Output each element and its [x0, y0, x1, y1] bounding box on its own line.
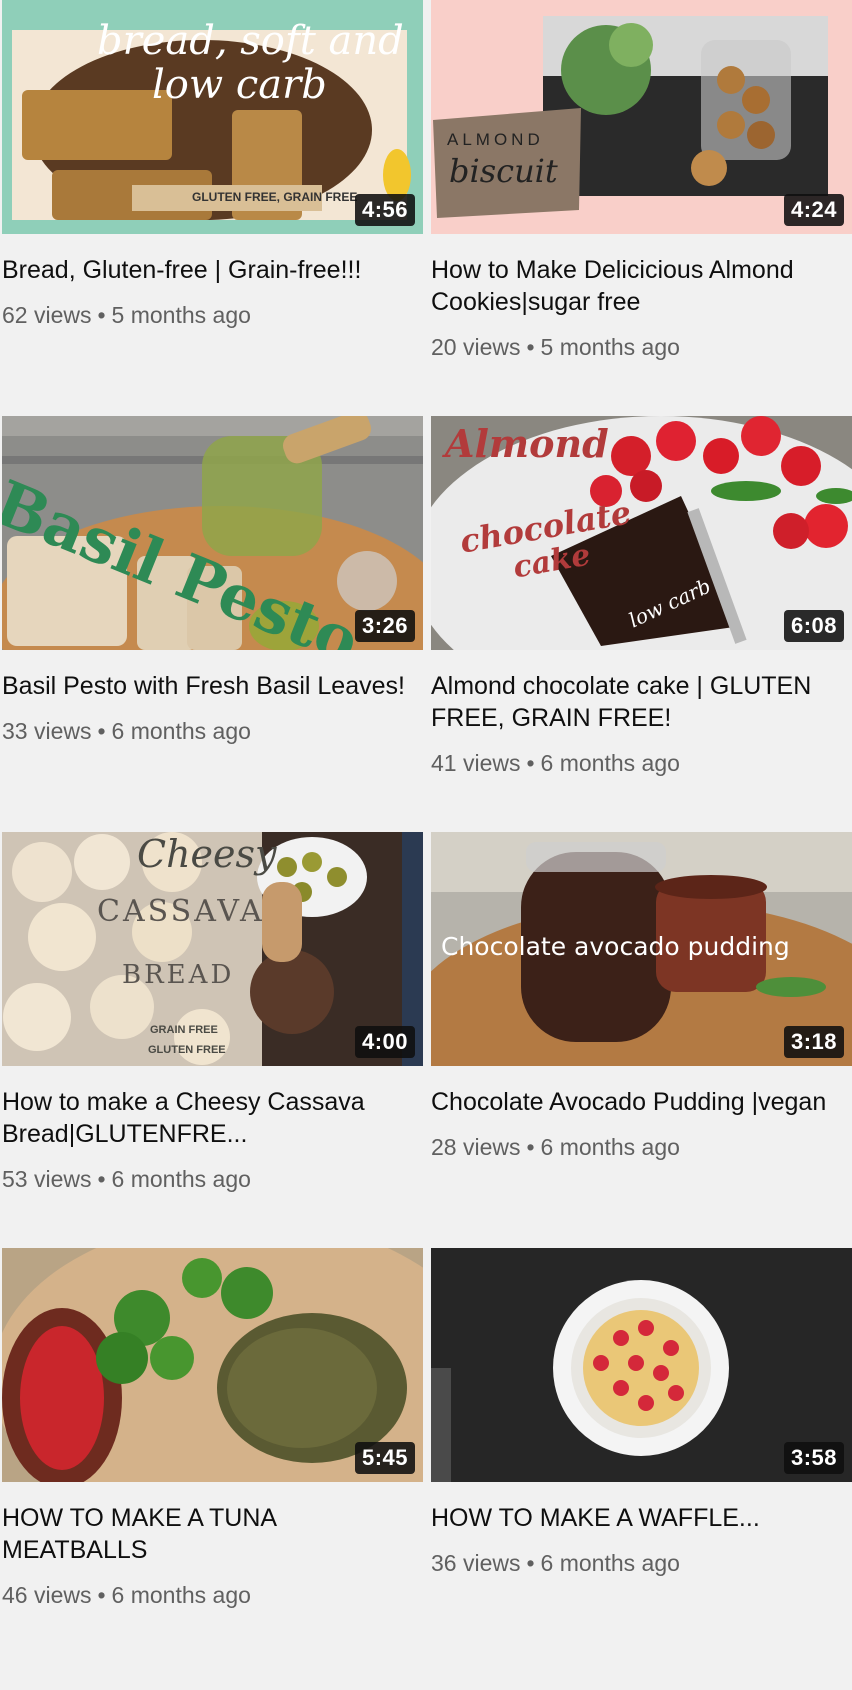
video-card[interactable]: Chocolate avocado pudding 3:18 Chocolate… [431, 832, 852, 1248]
thumb-overlay-text: Cheesy [137, 832, 277, 876]
video-card[interactable]: Almond chocolate cake low carb 6:08 Almo… [431, 416, 852, 832]
duration-badge: 3:26 [354, 610, 415, 642]
video-title[interactable]: Chocolate Avocado Pudding |vegan [431, 1086, 848, 1118]
meta-separator: • [97, 1582, 106, 1608]
meta-separator: • [526, 750, 535, 776]
upload-age: 6 months ago [111, 1582, 251, 1608]
view-count: 36 views [431, 1550, 521, 1576]
thumb-overlay-text: ALMOND [447, 130, 544, 149]
view-count: 28 views [431, 1134, 521, 1160]
video-meta: 53 views • 6 months ago [2, 1166, 423, 1193]
video-thumbnail[interactable]: Almond chocolate cake low carb 6:08 [431, 416, 852, 650]
duration-badge: 3:58 [783, 1442, 844, 1474]
duration-badge: 4:56 [354, 194, 415, 226]
upload-age: 6 months ago [111, 718, 251, 744]
video-meta: 41 views • 6 months ago [431, 750, 852, 777]
video-title[interactable]: Basil Pesto with Fresh Basil Leaves! [2, 670, 419, 702]
thumb-overlay-text: CASSAVA [97, 894, 265, 929]
thumb-overlay-text: biscuit [449, 152, 558, 190]
view-count: 46 views [2, 1582, 92, 1608]
meta-separator: • [526, 1550, 535, 1576]
video-card[interactable]: bread, soft and low carb GLUTEN FREE, GR… [2, 0, 423, 416]
upload-age: 5 months ago [540, 334, 680, 360]
video-title[interactable]: Bread, Gluten-free | Grain-free!!! [2, 254, 419, 286]
meta-separator: • [526, 1134, 535, 1160]
video-meta: 20 views • 5 months ago [431, 334, 852, 361]
video-grid: bread, soft and low carb GLUTEN FREE, GR… [2, 0, 852, 1664]
video-meta: 28 views • 6 months ago [431, 1134, 852, 1161]
video-title[interactable]: How to Make Delicicious Almond Cookies|s… [431, 254, 848, 318]
video-card[interactable]: ALMOND biscuit 4:24 How to Make Delicici… [431, 0, 852, 416]
video-thumbnail[interactable]: Cheesy CASSAVA BREAD GRAIN FREE GLUTEN F… [2, 832, 423, 1066]
video-thumbnail[interactable]: 5:45 [2, 1248, 423, 1482]
video-thumbnail[interactable]: ALMOND biscuit 4:24 [431, 0, 852, 234]
view-count: 33 views [2, 718, 92, 744]
thumb-overlay-text: bread, soft and [97, 18, 404, 64]
video-thumbnail[interactable]: Basil Pesto 3:26 [2, 416, 423, 650]
video-thumbnail[interactable]: bread, soft and low carb GLUTEN FREE, GR… [2, 0, 423, 234]
view-count: 62 views [2, 302, 92, 328]
upload-age: 6 months ago [540, 750, 680, 776]
video-meta: 33 views • 6 months ago [2, 718, 423, 745]
thumb-overlay-text: GLUTEN FREE, GRAIN FREE [192, 190, 358, 204]
video-meta: 62 views • 5 months ago [2, 302, 423, 329]
view-count: 41 views [431, 750, 521, 776]
video-card[interactable]: Basil Pesto 3:26 Basil Pesto with Fresh … [2, 416, 423, 832]
upload-age: 6 months ago [540, 1550, 680, 1576]
video-meta: 46 views • 6 months ago [2, 1582, 423, 1609]
duration-badge: 4:24 [783, 194, 844, 226]
video-thumbnail[interactable]: 3:58 [431, 1248, 852, 1482]
thumb-overlay-text: BREAD [122, 960, 235, 990]
upload-age: 6 months ago [540, 1134, 680, 1160]
meta-separator: • [97, 718, 106, 744]
video-card[interactable]: 5:45 HOW TO MAKE A TUNA MEATBALLS 46 vie… [2, 1248, 423, 1664]
duration-badge: 6:08 [783, 610, 844, 642]
thumb-overlay-text: Chocolate avocado pudding [441, 932, 790, 961]
video-card[interactable]: 3:58 HOW TO MAKE A WAFFLE... 36 views • 6 … [431, 1248, 852, 1664]
video-meta: 36 views • 6 months ago [431, 1550, 852, 1577]
video-thumbnail[interactable]: Chocolate avocado pudding 3:18 [431, 832, 852, 1066]
thumb-overlay-text: GRAIN FREE [150, 1024, 218, 1036]
meta-separator: • [97, 302, 106, 328]
upload-age: 5 months ago [111, 302, 251, 328]
meta-separator: • [526, 334, 535, 360]
duration-badge: 5:45 [354, 1442, 415, 1474]
meta-separator: • [97, 1166, 106, 1192]
video-title[interactable]: How to make a Cheesy Cassava Bread|GLUTE… [2, 1086, 419, 1150]
thumb-overlay-text: GLUTEN FREE [148, 1044, 226, 1056]
upload-age: 6 months ago [111, 1166, 251, 1192]
video-title[interactable]: HOW TO MAKE A WAFFLE... [431, 1502, 848, 1534]
view-count: 20 views [431, 334, 521, 360]
thumb-overlay-text: low carb [152, 62, 327, 108]
thumb-overlay-text: Almond [445, 421, 609, 466]
view-count: 53 views [2, 1166, 92, 1192]
duration-badge: 3:18 [783, 1026, 844, 1058]
video-card[interactable]: Cheesy CASSAVA BREAD GRAIN FREE GLUTEN F… [2, 832, 423, 1248]
video-title[interactable]: HOW TO MAKE A TUNA MEATBALLS [2, 1502, 419, 1566]
duration-badge: 4:00 [354, 1026, 415, 1058]
video-title[interactable]: Almond chocolate cake | GLUTEN FREE, GRA… [431, 670, 848, 734]
